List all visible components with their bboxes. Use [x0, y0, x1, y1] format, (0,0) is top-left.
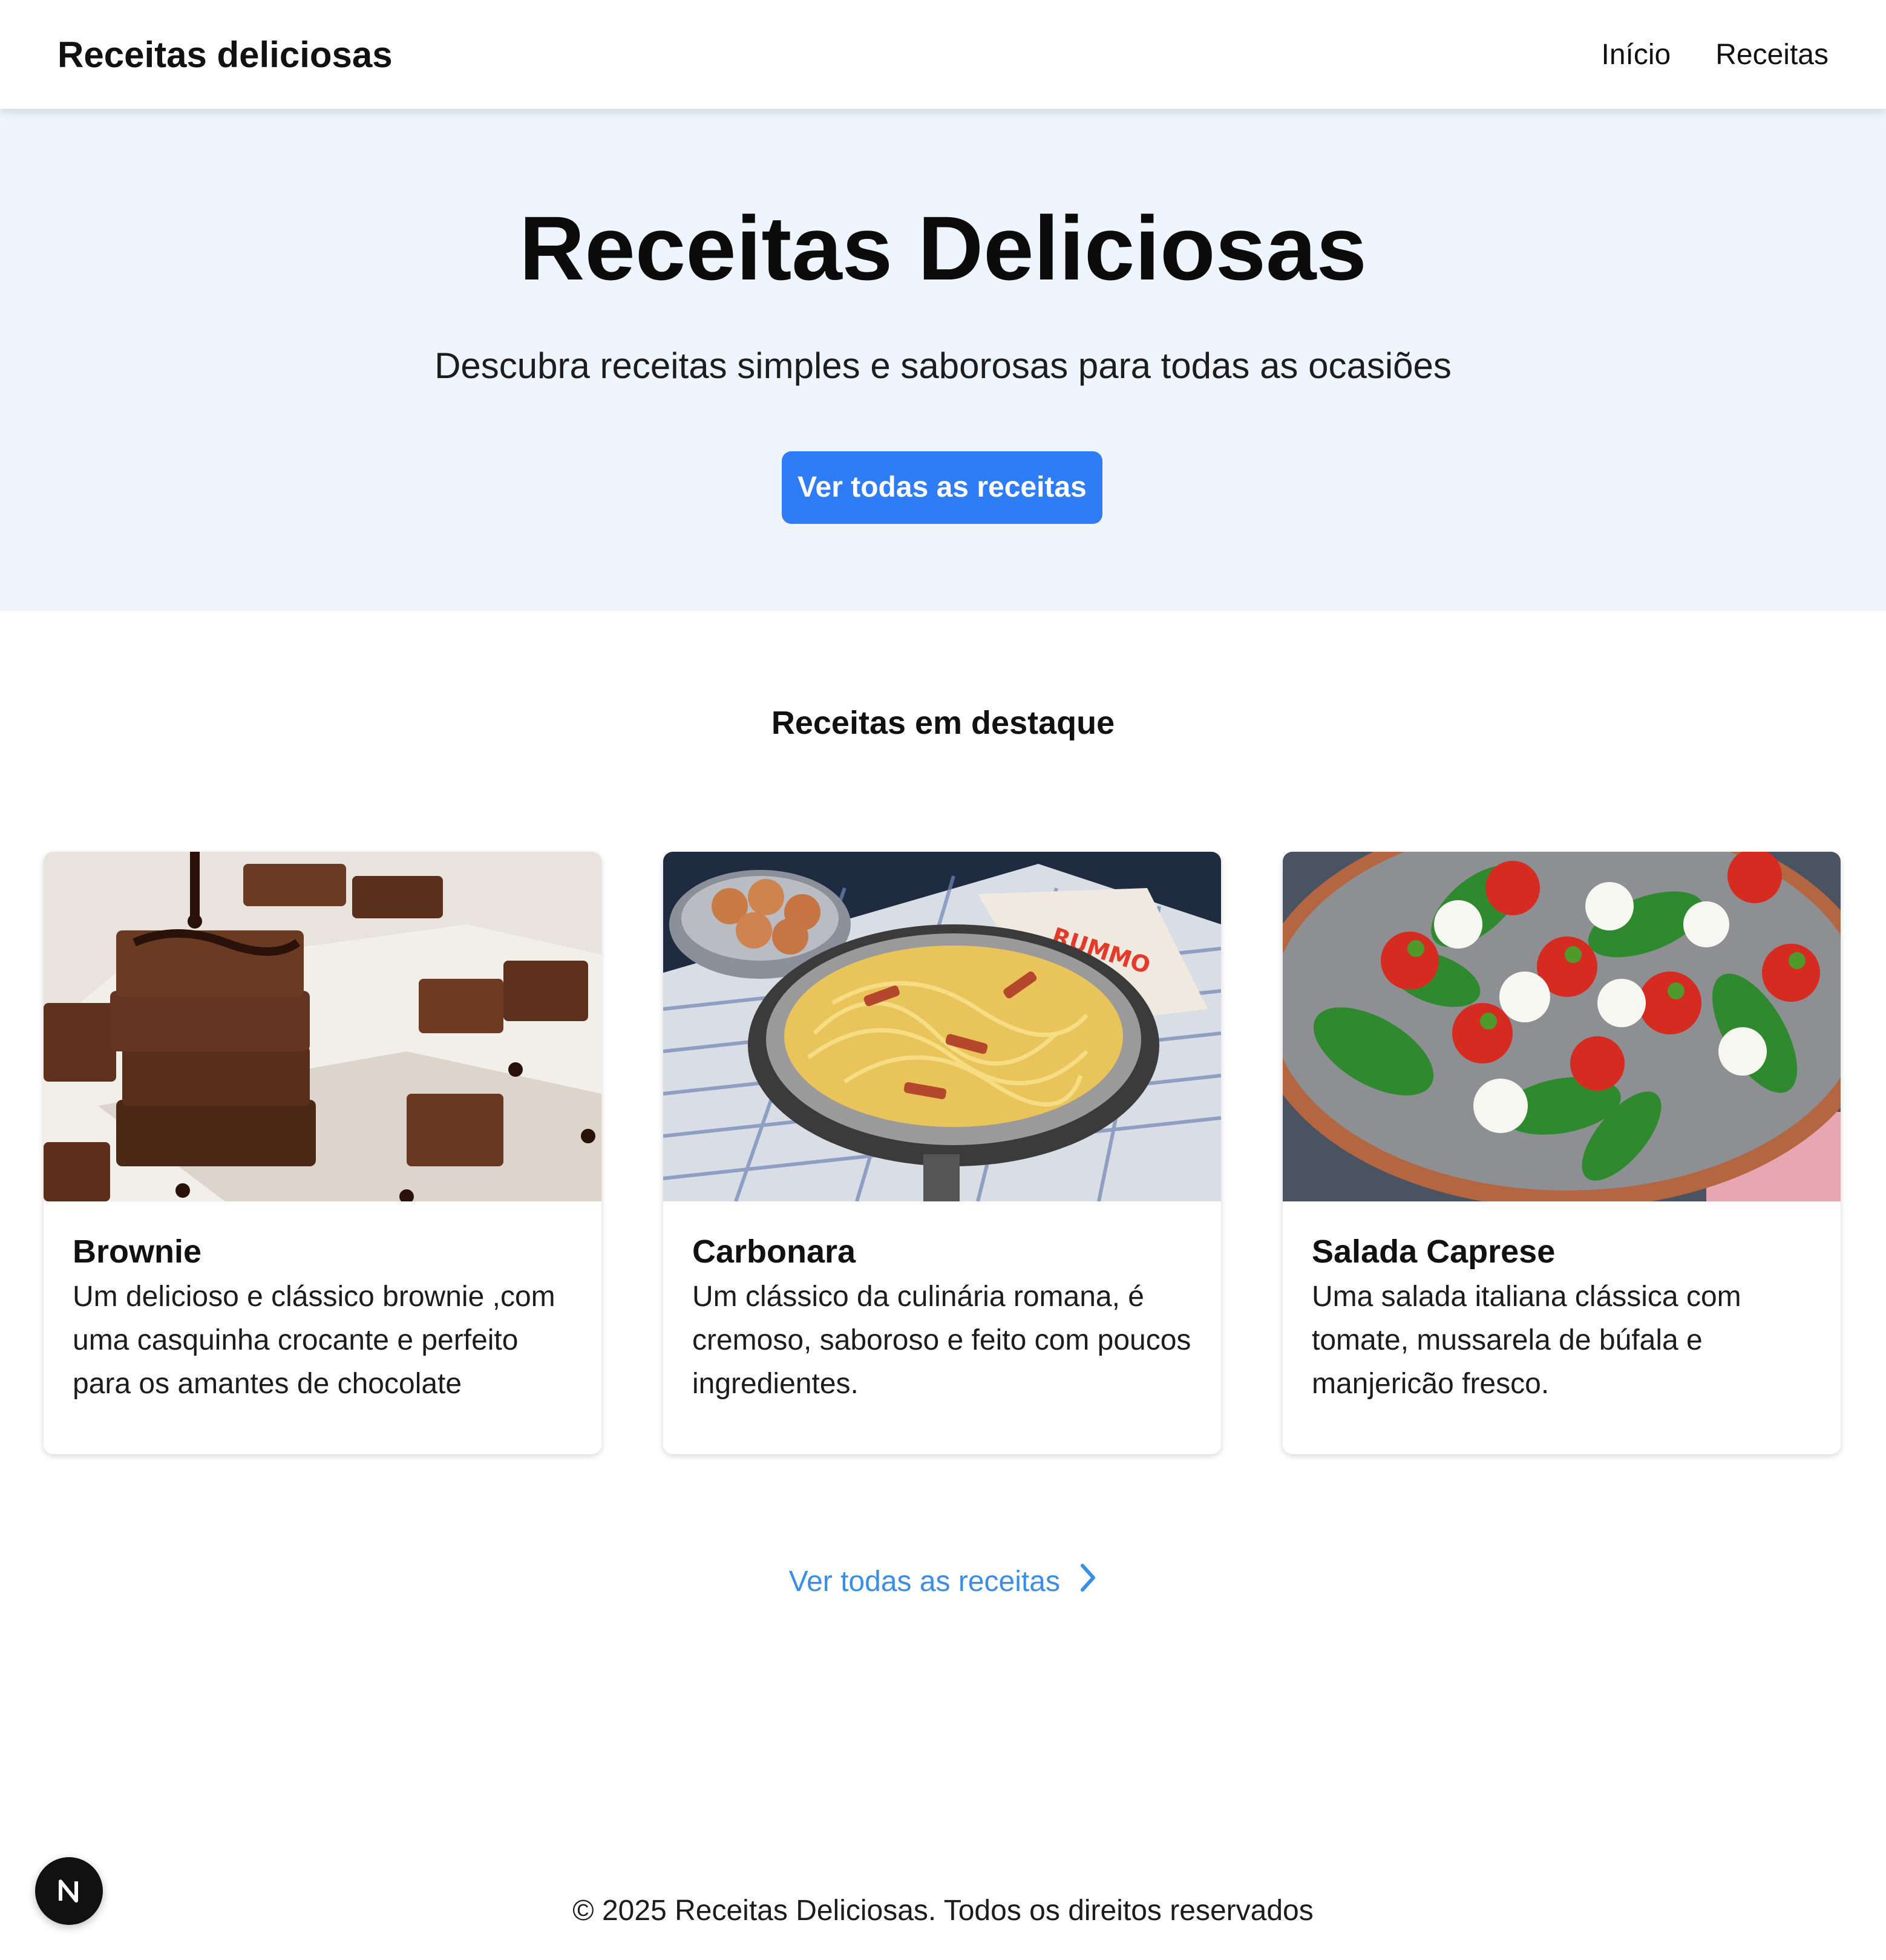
- recipe-card-brownie[interactable]: Brownie Um delicioso e clássico brownie …: [44, 852, 601, 1454]
- recipe-card-carbonara[interactable]: RUMMO Carbonara Um clássico da culinária…: [663, 852, 1221, 1454]
- caprese-salad-image: [1283, 852, 1841, 1201]
- recipe-card-title: Salada Caprese: [1312, 1233, 1556, 1270]
- chevron-right-icon[interactable]: [1079, 1562, 1097, 1604]
- recipe-card-title: Brownie: [73, 1233, 202, 1270]
- site-header: Receitas deliciosas Início Receitas: [0, 0, 1886, 109]
- main-nav: Início Receitas: [1602, 34, 1829, 76]
- featured-recipes-grid: Brownie Um delicioso e clássico brownie …: [44, 852, 1842, 1455]
- view-all-recipes-link-wrap: Ver todas as receitas: [0, 1561, 1886, 1604]
- view-all-recipes-button[interactable]: Ver todas as receitas: [782, 451, 1102, 524]
- site-footer-copyright: © 2025 Receitas Deliciosas. Todos os dir…: [572, 1895, 1314, 1927]
- recipe-card-salada-caprese[interactable]: Salada Caprese Uma salada italiana cláss…: [1283, 852, 1841, 1454]
- featured-section-title: Receitas em destaque: [771, 705, 1115, 741]
- recipe-card-description: Um clássico da culinária romana, é cremo…: [692, 1281, 1191, 1400]
- recipe-card-title: Carbonara: [692, 1233, 856, 1270]
- nav-link-inicio[interactable]: Início: [1602, 34, 1671, 76]
- site-logo-text[interactable]: Receitas deliciosas: [57, 34, 393, 76]
- nextjs-dev-tools-icon[interactable]: [35, 1857, 103, 1925]
- hero-title: Receitas Deliciosas: [519, 197, 1367, 299]
- hero-section: Receitas Deliciosas Descubra receitas si…: [0, 109, 1886, 611]
- brownie-image: [44, 852, 601, 1201]
- recipe-card-description: Uma salada italiana clássica com tomate,…: [1312, 1281, 1741, 1400]
- hero-subtitle: Descubra receitas simples e saborosas pa…: [434, 345, 1452, 386]
- recipe-card-description: Um delicioso e clássico brownie ,com uma…: [73, 1281, 555, 1400]
- carbonara-image: RUMMO: [663, 852, 1221, 1201]
- nav-link-receitas[interactable]: Receitas: [1715, 34, 1829, 76]
- view-all-recipes-link[interactable]: Ver todas as receitas: [789, 1566, 1060, 1598]
